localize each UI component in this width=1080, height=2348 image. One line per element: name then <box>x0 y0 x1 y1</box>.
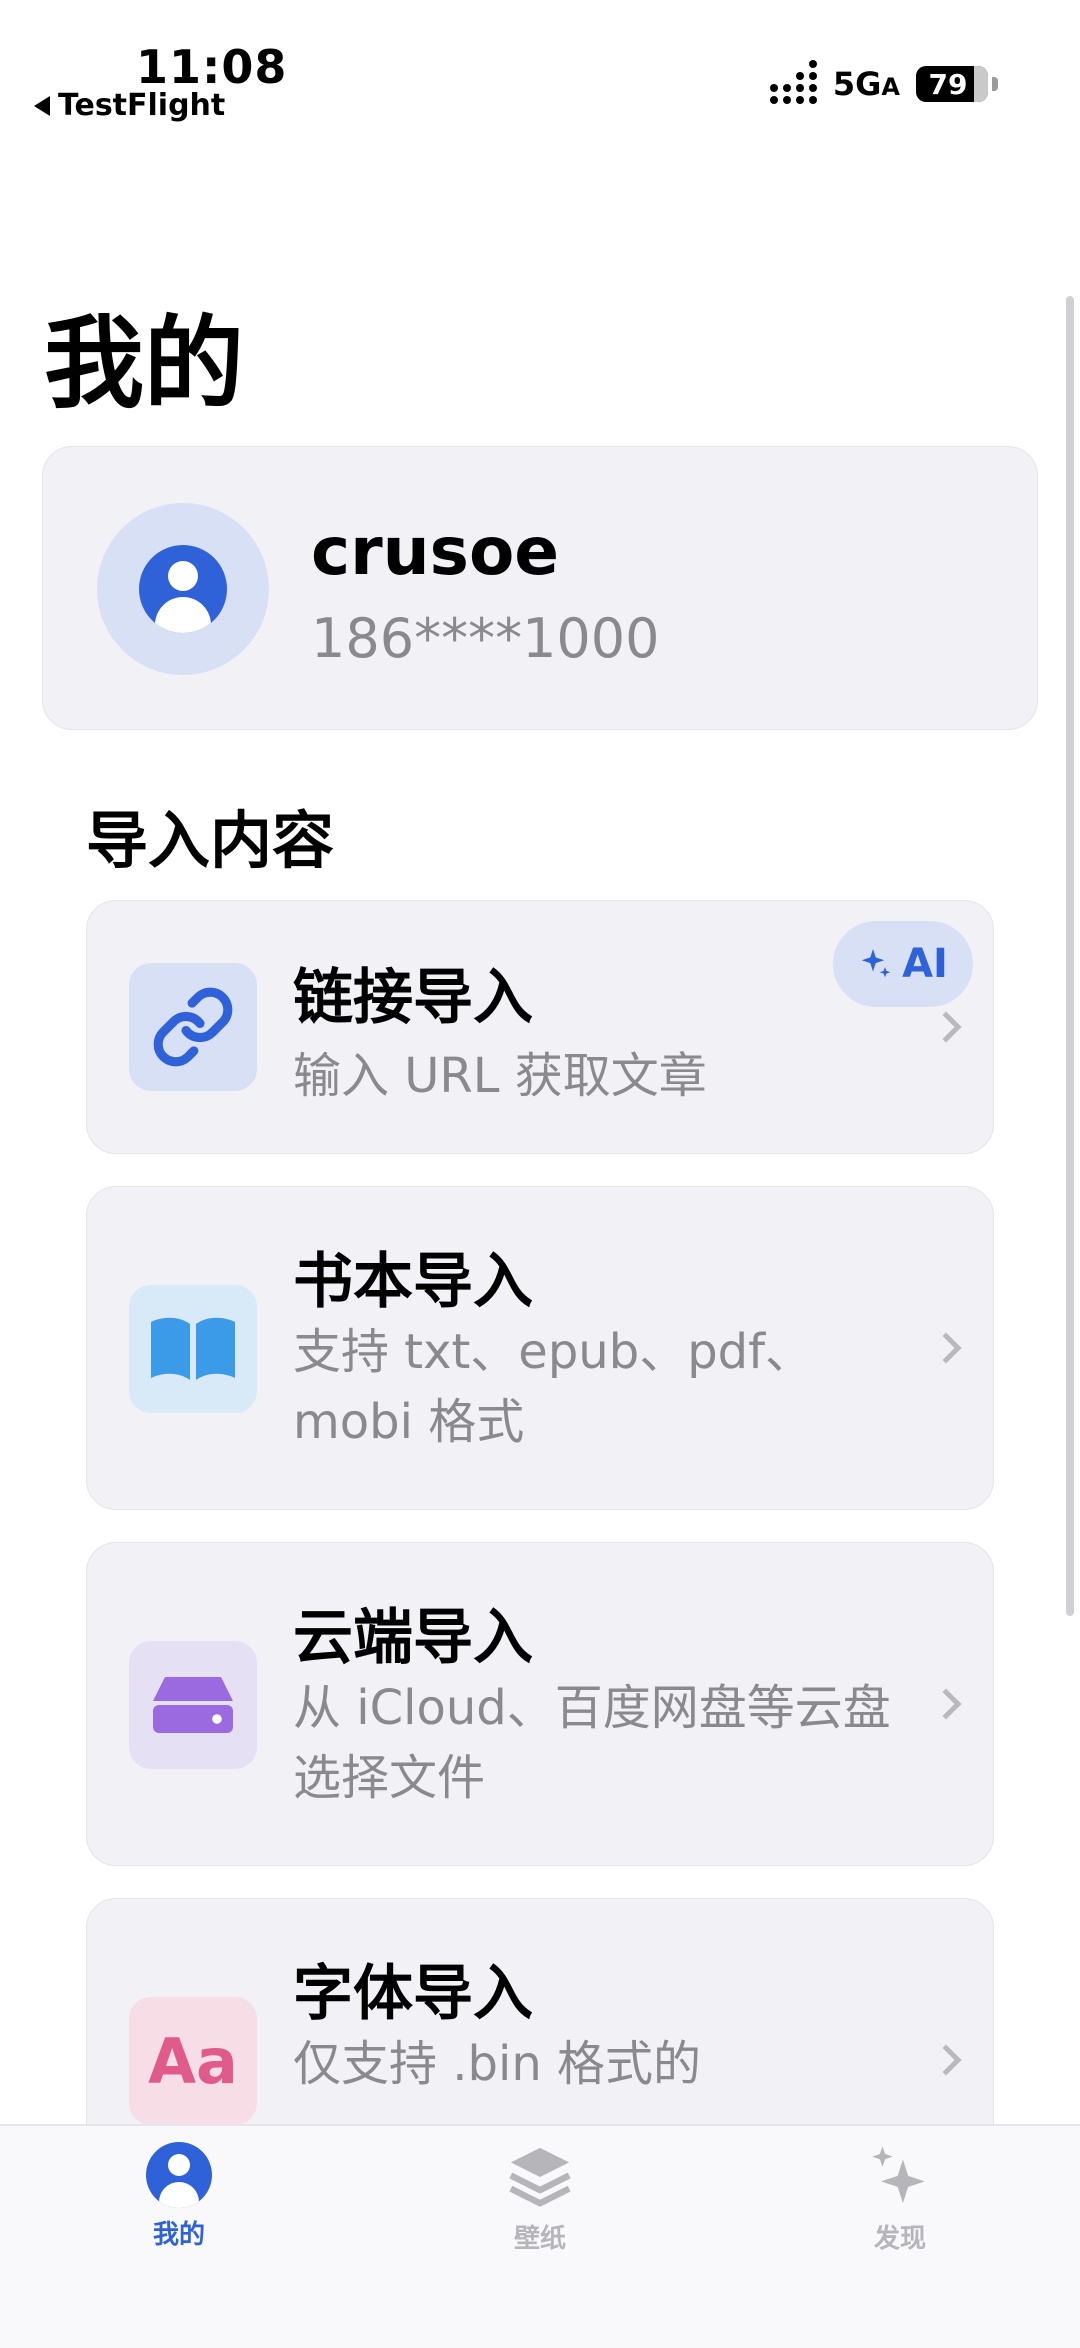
back-arrow-icon <box>34 95 50 116</box>
status-indicators: 5GA 79 <box>769 60 998 104</box>
sparkle-icon <box>872 2146 925 2204</box>
back-label: TestFlight <box>58 88 226 123</box>
page-title: 我的 <box>44 305 244 422</box>
link-icon <box>129 963 257 1091</box>
avatar <box>97 503 269 675</box>
link-import-title: 链接导入 <box>293 963 533 1033</box>
import-section-title: 导入内容 <box>86 804 335 877</box>
network-type: 5GA <box>832 65 900 103</box>
tab-wallpaper[interactable]: 壁纸 <box>440 2142 640 2255</box>
ai-badge-label: AI <box>902 941 948 987</box>
link-import-description: 输入 URL 获取文章 <box>293 1048 707 1104</box>
link-import-card[interactable]: 链接导入 输入 URL 获取文章 AI <box>86 900 994 1154</box>
book-icon <box>129 1285 257 1413</box>
chevron-right-icon <box>930 1332 962 1364</box>
phone-number: 186****1000 <box>311 607 660 670</box>
battery-icon: 79 <box>916 66 998 102</box>
username: crusoe <box>311 513 560 590</box>
status-time: 11:08 <box>136 40 288 94</box>
tab-bar: 我的 壁纸 发现 <box>0 2124 1080 2348</box>
font-icon: Aa <box>129 1997 257 2125</box>
back-to-testflight[interactable]: TestFlight <box>34 88 225 123</box>
cloud-import-description: 从 iCloud、百度网盘等云盘选择文件 <box>293 1680 891 1806</box>
tab-discover-label: 发现 <box>873 2224 926 2254</box>
ai-badge: AI <box>833 921 973 1007</box>
drive-icon <box>129 1641 257 1769</box>
chevron-right-icon <box>930 1688 962 1720</box>
book-import-title: 书本导入 <box>293 1247 533 1317</box>
signal-icon <box>769 60 817 104</box>
profile-card[interactable]: crusoe 186****1000 <box>42 446 1038 730</box>
font-import-title: 字体导入 <box>293 1959 533 2029</box>
book-import-card[interactable]: 书本导入 支持 txt、epub、pdf、mobi 格式 <box>86 1186 994 1510</box>
chevron-right-icon <box>930 2044 962 2076</box>
tab-me-label: 我的 <box>152 2220 205 2250</box>
tab-wallpaper-label: 壁纸 <box>513 2224 566 2254</box>
chevron-right-icon <box>930 1011 962 1043</box>
profile-icon <box>146 2142 212 2208</box>
cloud-import-title: 云端导入 <box>293 1603 533 1673</box>
font-import-description: 仅支持 .bin 格式的 <box>293 2036 702 2092</box>
sparkle-icon <box>861 949 891 978</box>
scrollbar[interactable] <box>1066 296 1074 1616</box>
app-root: 11:08 TestFlight 5GA 79 我的 crusoe 186***… <box>0 0 1080 2348</box>
tab-discover[interactable]: 发现 <box>800 2142 1000 2255</box>
cloud-import-card[interactable]: 云端导入 从 iCloud、百度网盘等云盘选择文件 <box>86 1542 994 1866</box>
book-import-description: 支持 txt、epub、pdf、mobi 格式 <box>293 1324 814 1450</box>
tab-me[interactable]: 我的 <box>79 2142 279 2251</box>
user-icon <box>139 545 227 633</box>
layers-icon <box>509 2147 571 2207</box>
battery-level: 79 <box>928 67 968 101</box>
